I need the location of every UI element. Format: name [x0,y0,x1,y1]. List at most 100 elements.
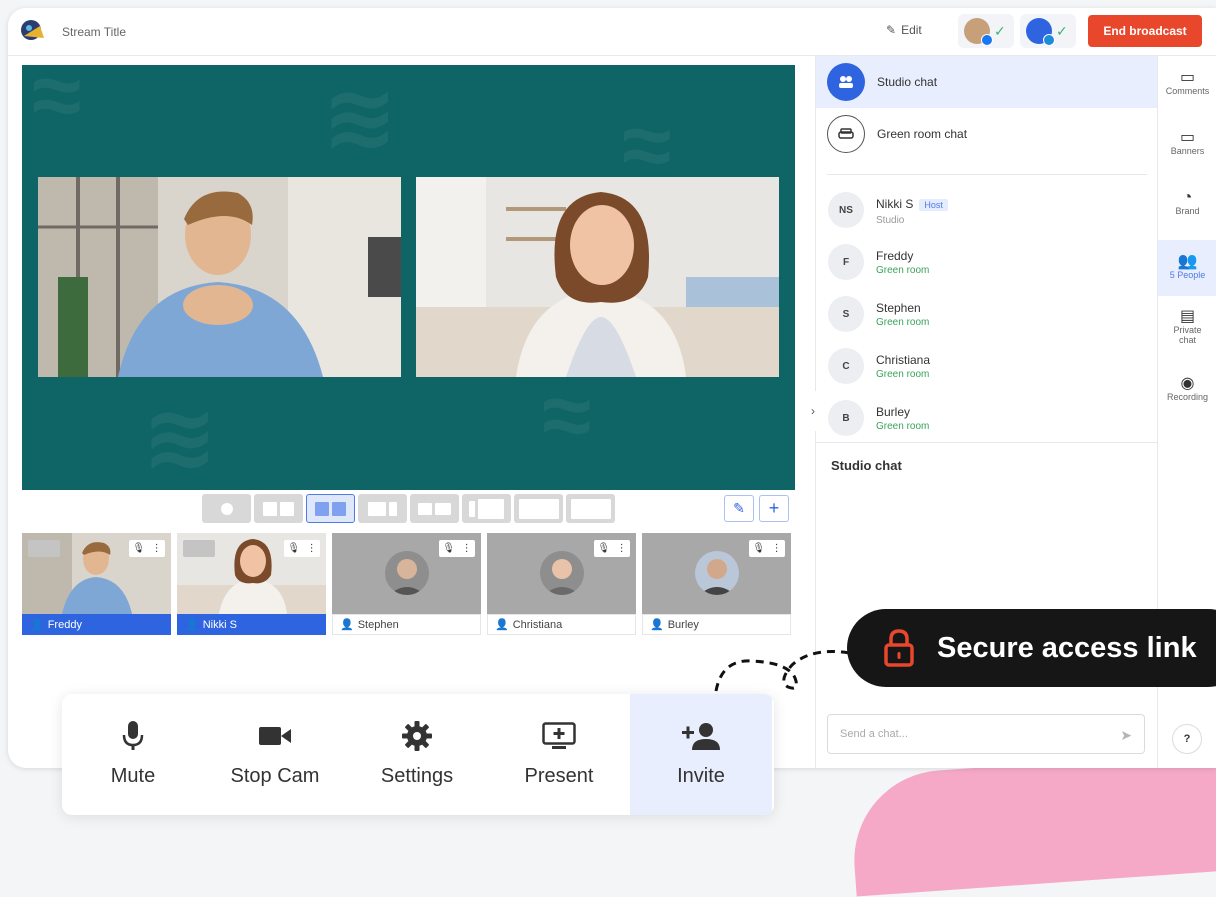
edit-layout-button[interactable]: ✎ [724,495,754,522]
participant-controls[interactable]: 🎙 ⋮ [284,540,320,557]
check-icon: ✓ [994,22,1006,39]
edit-button[interactable]: ✎ Edit [886,23,922,37]
person-name: Stephen [876,300,921,315]
person-icon: 👤 [30,619,44,631]
rail-brand[interactable]: ◔ Brand [1158,176,1216,232]
layout-three[interactable] [358,494,407,523]
stream-title[interactable]: Stream Title [62,25,126,39]
invite-button[interactable]: Invite [630,694,772,815]
sofa-icon [827,115,865,153]
more-icon: ⋮ [771,543,782,554]
present-button[interactable]: Present [488,694,630,815]
background-pattern: ≋ [142,388,218,488]
participant-controls[interactable]: 🎙 ⋮ [749,540,785,557]
decorative-pink-shape [848,747,1216,897]
rail-people[interactable]: 👥 5 People [1158,240,1216,296]
person-status: Green room [876,420,930,432]
participant-controls[interactable]: 🎙 ⋮ [594,540,630,557]
destination-facebook[interactable]: ✓ [958,14,1014,48]
rail-label: Comments [1165,85,1210,96]
avatar [694,551,739,595]
participant-thumb-burley[interactable]: 🎙 ⋮ 👤 Burley [642,533,791,635]
edit-label: Edit [901,23,922,37]
rail-banners[interactable]: ▭ Banners [1158,116,1216,172]
settings-button[interactable]: Settings [346,694,488,815]
layout-empty[interactable] [566,494,615,523]
rail-private-chat[interactable]: ▤ Private chat [1158,300,1216,356]
person-christiana[interactable]: C Christiana Green room [828,346,930,386]
end-broadcast-button[interactable]: End broadcast [1088,15,1202,47]
top-bar: Stream Title ✎ Edit ✓ ✓ End broadcast [8,8,1216,56]
person-stephen[interactable]: S Stephen Green room [828,294,929,334]
nikki-video-feed [416,177,779,377]
divider [816,442,1158,443]
stage-video-nikki[interactable] [416,177,779,377]
participant-name: Christiana [512,618,563,631]
present-icon [542,721,576,751]
people-icon: 👥 [1177,252,1198,270]
person-name: Burley [876,404,911,419]
palette-icon: ◔ [1182,188,1193,206]
participant-thumb-freddy[interactable]: 🎙 ⋮ 👤 Freddy [22,533,171,635]
microphone-icon [122,721,144,751]
person-name: Nikki S [876,196,914,211]
rail-recording[interactable]: ◉ Recording [1158,362,1216,418]
layout-triple[interactable] [462,494,511,523]
channel-icon [1043,34,1055,46]
participant-thumb-stephen[interactable]: 🎙 ⋮ 👤 Stephen [332,533,481,635]
person-icon: 👤 [340,619,354,631]
green-room-chat-tab[interactable]: Green room chat [816,108,1158,160]
person-status: Green room [876,368,930,380]
avatar: S [828,296,864,332]
avatar [964,18,993,46]
chat-heading: Studio chat [831,458,902,473]
microphone-icon: 🎙 [597,543,611,554]
person-burley[interactable]: B Burley Green room [828,398,929,438]
mute-button[interactable]: Mute [62,694,204,815]
divider [827,174,1147,175]
more-icon: ⋮ [616,543,627,554]
stop-cam-button[interactable]: Stop Cam [204,694,346,815]
person-nikki[interactable]: NS Nikki S Host Studio [828,190,948,230]
person-icon: 👤 [650,619,664,631]
more-icon: ⋮ [461,543,472,554]
destination-channel[interactable]: ✓ [1020,14,1076,48]
help-button[interactable]: ? [1172,724,1202,754]
avatar: NS [828,192,864,228]
rail-label: Private chat [1173,324,1202,345]
person-icon: 👤 [185,619,199,631]
add-layout-button[interactable]: + [759,495,789,522]
microphone-icon: 🎙 [132,543,146,554]
rail-label: Recording [1166,391,1209,402]
avatar [539,551,584,595]
participant-thumb-nikki[interactable]: 🎙 ⋮ 👤 Nikki S [177,533,326,635]
more-icon: ⋮ [306,543,317,554]
pencil-icon: ✎ [733,500,745,516]
chat-input[interactable]: Send a chat... ➤ [827,714,1145,754]
participant-controls[interactable]: 🎙 ⋮ [439,540,475,557]
send-icon[interactable]: ➤ [1120,727,1132,744]
layout-two-active[interactable] [306,494,355,523]
background-pattern: ≋ [322,68,398,168]
participant-controls[interactable]: 🎙 ⋮ [129,540,165,557]
studio-chat-tab[interactable]: Studio chat [816,56,1158,108]
collapse-panel-button[interactable]: › [804,391,822,431]
rail-comments[interactable]: ▭ Comments [1158,56,1216,112]
stage-video-freddy[interactable] [38,177,401,377]
person-name: Christiana [876,352,931,367]
participant-label: 👤 Burley [642,614,791,635]
participant-thumb-christiana[interactable]: 🎙 ⋮ 👤 Christiana [487,533,636,635]
rail-label: Brand [1175,205,1200,216]
layout-single[interactable] [202,494,251,523]
person-freddy[interactable]: F Freddy Green room [828,242,929,282]
banner-icon: ▭ [1179,128,1196,146]
private-chat-icon: ▤ [1179,307,1196,325]
layout-solo-small[interactable] [514,494,563,523]
participant-label: 👤 Nikki S [177,614,326,635]
participant-name: Burley [667,618,699,631]
layout-two-side[interactable] [254,494,303,523]
green-room-chat-label: Green room chat [877,127,968,141]
layout-host-large[interactable] [410,494,459,523]
person-icon: 👤 [495,619,509,631]
gear-icon [402,721,432,751]
